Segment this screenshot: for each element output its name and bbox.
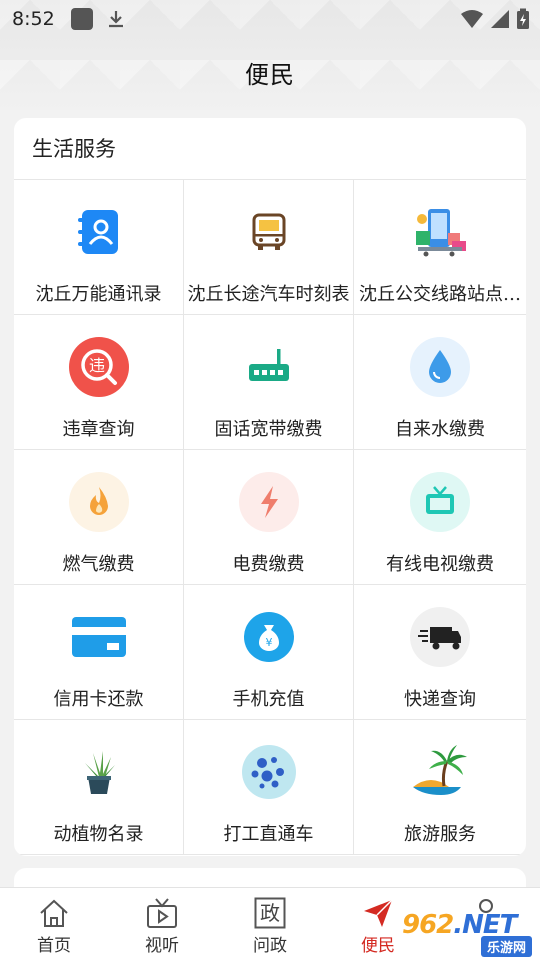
status-bar: 8:52 xyxy=(0,0,540,38)
service-label: 沈丘长途汽车时刻表 xyxy=(187,284,350,305)
watermark-sub: 乐游网 xyxy=(480,936,532,957)
service-label: 自来水缴费 xyxy=(395,419,485,440)
shopping-phone-icon xyxy=(410,202,470,262)
wifi-icon xyxy=(461,10,483,28)
service-water[interactable]: 自来水缴费 xyxy=(354,315,526,450)
tv-icon xyxy=(410,472,470,532)
service-job-express[interactable]: 打工直通车 xyxy=(184,720,354,855)
delivery-truck-icon xyxy=(410,607,470,667)
lightning-icon xyxy=(238,472,299,532)
service-label: 动植物名录 xyxy=(53,824,144,845)
service-contacts[interactable]: 沈丘万能通讯录 xyxy=(14,180,184,315)
service-label: 燃气缴费 xyxy=(62,554,135,575)
service-credit-card[interactable]: 信用卡还款 xyxy=(14,585,184,720)
bubbles-icon xyxy=(239,742,299,802)
service-violation[interactable]: 违 违章查询 xyxy=(14,315,184,450)
services-grid: 沈丘万能通讯录 沈丘长途汽车时刻表 沈丘公交线路站点… 违 违章查询 固话宽带缴… xyxy=(14,180,526,855)
section-title: 生活服务 xyxy=(14,118,526,180)
palm-island-icon xyxy=(410,742,470,802)
service-flora-fauna[interactable]: 动植物名录 xyxy=(14,720,184,855)
contacts-book-icon xyxy=(69,202,129,262)
battery-icon xyxy=(517,8,529,29)
tab-label: 便民 xyxy=(361,936,395,956)
service-label: 固话宽带缴费 xyxy=(214,419,323,440)
service-label: 电费缴费 xyxy=(232,554,305,575)
zheng-icon: 政 xyxy=(253,896,287,930)
violation-search-icon: 违 xyxy=(68,337,129,397)
tv-play-icon xyxy=(145,896,179,930)
home-icon xyxy=(37,896,71,930)
service-label: 违章查询 xyxy=(62,419,135,440)
service-tourism[interactable]: 旅游服务 xyxy=(354,720,526,855)
svg-text:违: 违 xyxy=(88,356,104,375)
service-electricity[interactable]: 电费缴费 xyxy=(184,450,354,585)
router-icon xyxy=(239,337,299,397)
bus-icon xyxy=(239,202,299,262)
notification-app-icon xyxy=(70,8,93,30)
service-label: 沈丘万能通讯录 xyxy=(35,284,162,305)
service-label: 信用卡还款 xyxy=(53,689,144,710)
tab-home[interactable]: 首页 xyxy=(0,888,108,960)
flame-icon xyxy=(68,472,129,532)
service-label: 旅游服务 xyxy=(404,824,476,845)
service-bus-schedule[interactable]: 沈丘长途汽车时刻表 xyxy=(184,180,354,315)
service-label: 打工直通车 xyxy=(223,824,314,845)
service-broadband[interactable]: 固话宽带缴费 xyxy=(184,315,354,450)
service-label: 有线电视缴费 xyxy=(386,554,494,575)
water-drop-icon xyxy=(410,337,470,397)
page-title: 便民 xyxy=(245,61,295,89)
service-label: 沈丘公交线路站点… xyxy=(359,284,521,305)
service-bus-routes[interactable]: 沈丘公交线路站点… xyxy=(354,180,526,315)
service-label: 手机充值 xyxy=(232,689,305,710)
site-watermark: 962.NET 乐游网 xyxy=(402,910,534,957)
tab-label: 首页 xyxy=(37,936,71,956)
download-icon xyxy=(108,11,123,28)
money-bag-icon: ¥ xyxy=(239,607,299,667)
svg-text:¥: ¥ xyxy=(265,636,272,649)
tab-politics[interactable]: 政 问政 xyxy=(216,888,324,960)
tab-label: 视听 xyxy=(145,936,179,956)
tab-video[interactable]: 视听 xyxy=(108,888,216,960)
paper-plane-icon xyxy=(361,896,395,930)
potted-plant-icon xyxy=(69,742,129,802)
service-label: 快递查询 xyxy=(404,689,476,710)
service-phone-recharge[interactable]: ¥ 手机充值 xyxy=(184,585,354,720)
service-cable-tv[interactable]: 有线电视缴费 xyxy=(354,450,526,585)
zheng-glyph: 政 xyxy=(260,901,280,925)
service-express[interactable]: 快递查询 xyxy=(354,585,526,720)
credit-card-icon xyxy=(69,607,129,667)
watermark-number: 962 xyxy=(402,910,454,940)
signal-icon xyxy=(491,10,509,28)
status-time: 8:52 xyxy=(12,8,55,30)
service-gas[interactable]: 燃气缴费 xyxy=(14,450,184,585)
life-services-card: 生活服务 沈丘万能通讯录 沈丘长途汽车时刻表 沈丘公交线路站点… 违 违章查询 xyxy=(14,118,526,856)
tab-label: 问政 xyxy=(253,936,287,956)
header: 8:52 便民 xyxy=(0,0,540,110)
